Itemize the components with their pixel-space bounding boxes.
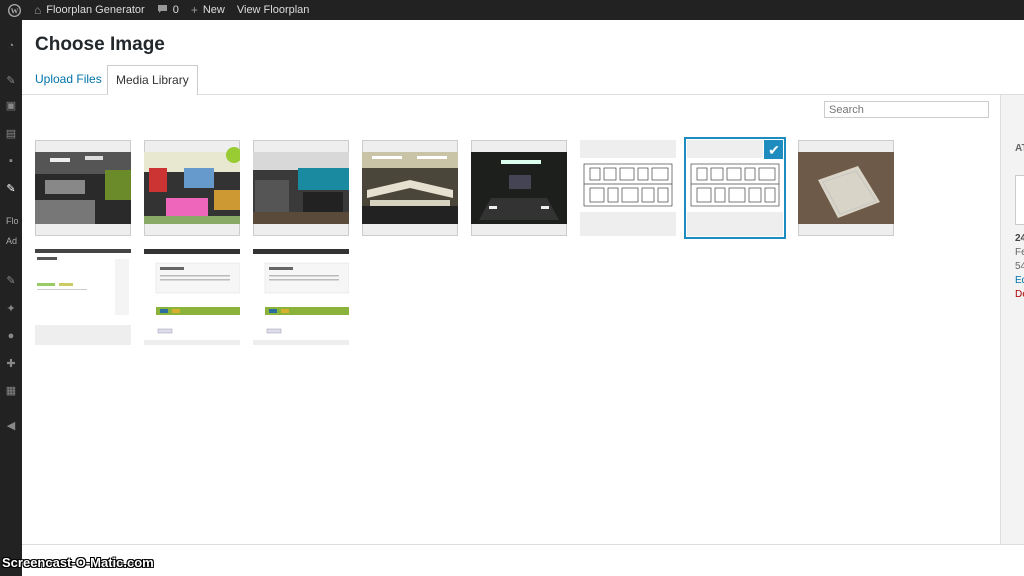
media-item-editor-screenshot-2[interactable]	[253, 249, 349, 345]
edit-image-link[interactable]: Ed	[1015, 275, 1024, 286]
site-name-link[interactable]: ⌂ Floorplan Generator	[28, 0, 151, 20]
pin-icon[interactable]: ✎	[5, 75, 17, 87]
comment-icon	[157, 3, 168, 17]
site-name-label: Floorplan Generator	[46, 4, 145, 16]
plus-icon: +	[190, 3, 198, 17]
collapse-menu-icon[interactable]: ◀	[5, 420, 17, 432]
media-modal: Choose Image Upload Files Media Library	[22, 20, 1024, 544]
new-content-link[interactable]: + New	[185, 0, 231, 20]
view-site-link[interactable]: View Floorplan	[231, 0, 316, 20]
media-item-floorplan-selected[interactable]: ✔	[687, 140, 783, 236]
view-label: View Floorplan	[236, 4, 310, 16]
dashboard-icon[interactable]: ◔	[5, 40, 17, 52]
search-input[interactable]	[824, 101, 989, 118]
floorplan-menu-icon[interactable]: ✎	[5, 183, 17, 195]
selected-check-icon[interactable]: ✔	[763, 140, 783, 160]
new-label: New	[202, 4, 225, 16]
attachment-preview-thumbnail	[1015, 175, 1024, 225]
svg-text:W: W	[10, 6, 18, 15]
admin-bar: W ⌂ Floorplan Generator 0 + New View Flo…	[0, 0, 1024, 20]
media-item-editor-screenshot[interactable]	[144, 249, 240, 345]
pages-icon[interactable]: ▤	[5, 128, 17, 140]
modal-title: Choose Image	[35, 34, 165, 55]
media-item-paper-photo[interactable]	[798, 140, 894, 236]
wordpress-logo-icon[interactable]: W	[0, 0, 28, 20]
tab-media-library[interactable]: Media Library	[107, 65, 198, 96]
home-icon: ⌂	[34, 3, 42, 17]
modal-toolbar	[22, 544, 1024, 576]
media-item-classroom-photo[interactable]	[362, 140, 458, 236]
attachment-date: Fe	[1015, 247, 1024, 258]
modal-tabs: Upload Files Media Library	[22, 65, 1024, 96]
floorplan-menu-label[interactable]: Flo	[6, 216, 19, 226]
media-item-conference-photo[interactable]	[471, 140, 567, 236]
delete-permanently-link[interactable]: De	[1015, 289, 1024, 300]
tab-upload-files[interactable]: Upload Files	[27, 65, 110, 95]
add-new-menu-label[interactable]: Ad	[6, 236, 17, 246]
comments-menu-icon[interactable]: ▪	[5, 155, 17, 167]
comments-count: 0	[172, 4, 179, 16]
attachments-browser: ✔	[22, 95, 1002, 544]
attachment-details-heading: AT	[1015, 143, 1024, 154]
settings-icon[interactable]: ▦	[5, 385, 17, 397]
screencast-watermark: Screencast-O-Matic.com	[2, 555, 154, 570]
users-icon[interactable]: ●	[5, 330, 17, 342]
media-item-floorplan[interactable]	[580, 140, 676, 236]
tools-icon[interactable]: ✚	[5, 358, 17, 370]
media-item-lab-photo[interactable]	[35, 140, 131, 236]
appearance-icon[interactable]: ✎	[5, 275, 17, 287]
attachment-size: 54	[1015, 261, 1024, 272]
comments-link[interactable]: 0	[151, 0, 185, 20]
media-item-lounge-photo[interactable]	[253, 140, 349, 236]
media-icon[interactable]: ▣	[5, 100, 17, 112]
admin-side-menu: ◔ ✎ ▣ ▤ ▪ ✎ Flo Ad ✎ ✦ ● ✚ ▦ ◀	[0, 20, 22, 576]
media-item-admin-screenshot[interactable]	[35, 249, 131, 345]
attachment-details-sidebar: AT 24 Fe 54 Ed De	[1000, 95, 1024, 544]
attachment-filename: 24	[1015, 233, 1024, 244]
media-item-colorful-room-photo[interactable]	[144, 140, 240, 236]
plugins-icon[interactable]: ✦	[5, 303, 17, 315]
